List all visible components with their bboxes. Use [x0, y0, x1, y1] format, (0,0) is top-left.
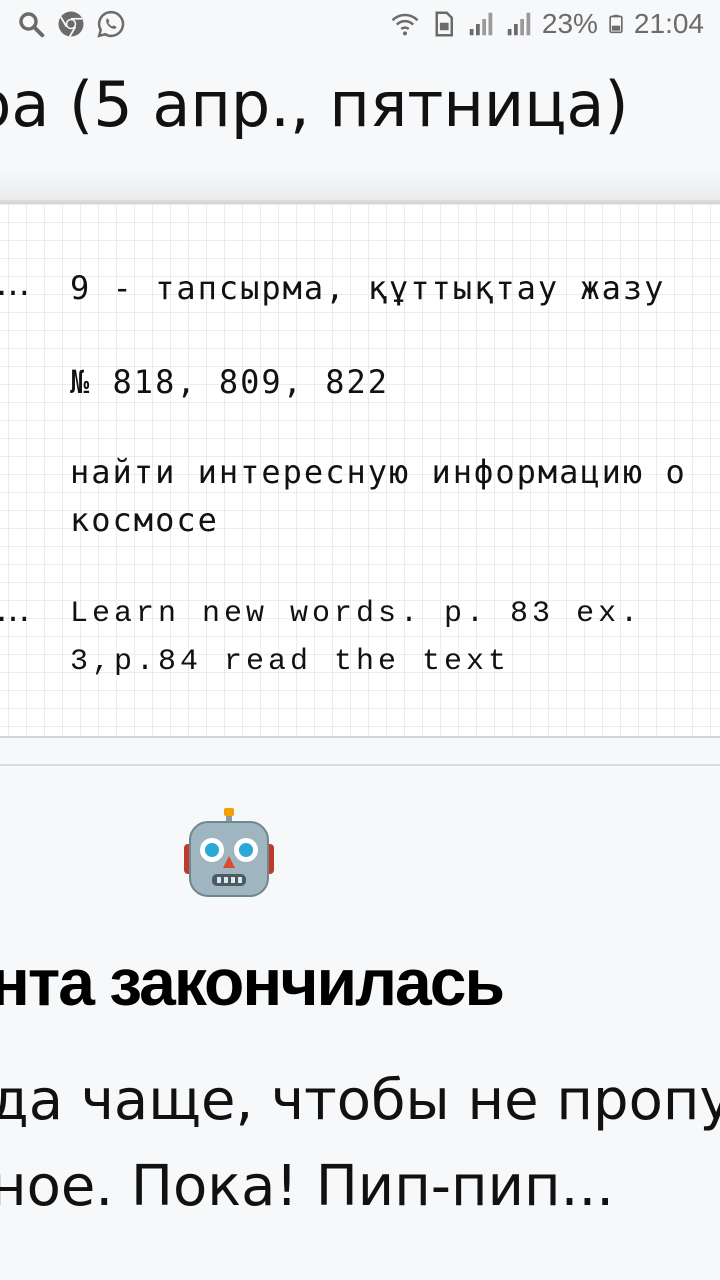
page-title: ра (5 апр., пятница) — [0, 68, 629, 141]
status-time: 21:04 — [633, 8, 704, 39]
battery-icon — [609, 14, 623, 34]
truncated-subject: … — [0, 590, 30, 630]
homework-text: Learn new words. p. 83 ex. 3,p.84 read t… — [70, 597, 643, 679]
end-of-feed-title: нта закончилась — [0, 945, 505, 1019]
homework-text: № 818, 809, 822 — [70, 363, 389, 401]
truncated-subject: … — [0, 264, 30, 304]
status-right: 23% 21:04 — [390, 8, 704, 40]
sim-icon — [435, 11, 453, 37]
divider — [0, 764, 720, 766]
chrome-icon — [58, 11, 84, 37]
signal-icon — [469, 12, 493, 36]
wifi-icon — [391, 13, 419, 36]
homework-card: … 9 - тапсырма, құттықтау жазу № 818, 80… — [0, 202, 720, 738]
search-icon — [19, 12, 45, 38]
end-of-feed-text: да чаще, чтобы не пропу — [0, 1068, 720, 1133]
whatsapp-icon — [97, 10, 125, 38]
battery-percent: 23% — [541, 8, 598, 39]
homework-text: 9 - тапсырма, құттықтау жазу — [70, 269, 666, 307]
end-of-feed-text: ное. Пока! Пип-пип... — [0, 1154, 615, 1219]
day-header: ра (5 апр., пятница) — [0, 48, 720, 202]
robot-icon — [184, 808, 274, 897]
status-bar: 23% 21:04 — [0, 0, 720, 48]
status-left — [16, 9, 126, 39]
signal-icon — [507, 12, 531, 36]
homework-text: найти интересную информацию о космосе — [70, 453, 687, 539]
